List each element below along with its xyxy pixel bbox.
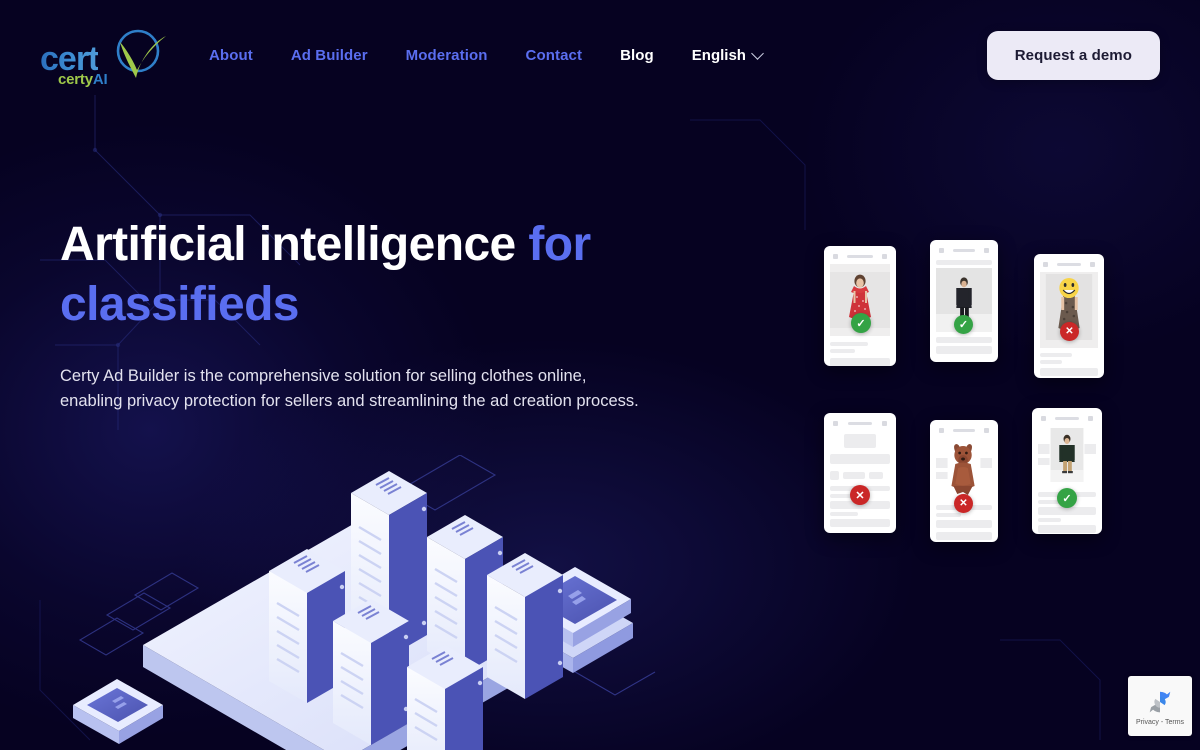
ad-card-man-sweater[interactable]: ✓ (1032, 408, 1102, 534)
logo-sub-certy: certy (58, 71, 93, 88)
card-topbar (1040, 261, 1098, 272)
status-badge-approved: ✓ (851, 313, 871, 333)
card-placeholder-block (1038, 507, 1096, 515)
card-photo (936, 438, 992, 500)
card-topbar (936, 247, 992, 258)
card-menu-icon (939, 248, 944, 253)
request-demo-button[interactable]: Request a demo (986, 30, 1160, 80)
card-search-icon (882, 254, 887, 259)
card-search-icon (882, 421, 887, 426)
card-placeholder-line (936, 260, 992, 265)
card-placeholder-line (1040, 360, 1063, 364)
card-placeholder-line (830, 342, 869, 346)
status-badge-rejected: ✕ (850, 485, 870, 505)
recaptcha-icon (1149, 691, 1171, 712)
card-topbar (830, 253, 890, 264)
headline-primary: Artificial intelligence (60, 218, 529, 271)
status-badge-approved: ✓ (1057, 488, 1077, 508)
card-placeholder-line (830, 349, 856, 353)
card-placeholder-block (936, 520, 992, 528)
card-search-icon (984, 248, 989, 253)
card-menu-icon (833, 421, 838, 426)
ad-card-woman-emoji-face[interactable]: ✕ (1034, 254, 1104, 378)
card-placeholder-chip (843, 472, 865, 479)
card-topbar (830, 420, 890, 431)
card-placeholder-block (830, 358, 890, 366)
status-badge-approved: ✓ (954, 315, 973, 334)
logo-sub-ai: AI (92, 71, 108, 88)
card-placeholder-block (936, 532, 992, 540)
nav-item-moderation[interactable]: Moderation (387, 39, 507, 72)
nav-item-about[interactable]: About (190, 39, 272, 72)
card-placeholder-line (1040, 353, 1073, 357)
nav-item-contact[interactable]: Contact (507, 39, 602, 72)
ad-card-text-only[interactable]: ✕ (824, 413, 896, 533)
card-search-icon (1090, 262, 1095, 267)
card-menu-icon (939, 428, 944, 433)
card-menu-icon (1043, 262, 1048, 267)
isometric-illustration (55, 454, 695, 750)
card-placeholder-chip (869, 472, 883, 479)
recaptcha-badge[interactable]: Privacy - Terms (1128, 676, 1192, 736)
card-topbar (936, 427, 992, 438)
card-placeholder-line (936, 337, 992, 343)
hero-subtext: Certy Ad Builder is the comprehensive so… (60, 366, 639, 410)
card-topbar (1038, 415, 1096, 426)
check-circle-logo-icon (116, 29, 166, 78)
ad-card-man-dark-jacket[interactable]: ✓ (930, 240, 998, 362)
card-header-line (1057, 263, 1081, 266)
card-placeholder-line (1038, 518, 1062, 522)
page-title: Artificial intelligence for classifieds (60, 215, 680, 336)
chevron-down-icon (751, 46, 764, 60)
ad-cards-grid: ✓ ✓ ✕ ✕ ✕ ✓ (820, 240, 1120, 560)
card-placeholder-block (936, 346, 992, 354)
card-placeholder-block (1038, 525, 1096, 533)
card-header-line (953, 429, 975, 432)
card-search-icon (984, 428, 989, 433)
card-header-line (1055, 417, 1079, 420)
card-placeholder-block (844, 434, 876, 448)
card-photo (1038, 426, 1096, 486)
recaptcha-label: Privacy - Terms (1135, 718, 1185, 726)
card-header-line (848, 422, 872, 425)
card-placeholder-block (830, 454, 890, 464)
card-placeholder-block (1040, 368, 1098, 376)
ad-card-dog[interactable]: ✕ (930, 420, 998, 542)
card-menu-icon (1041, 416, 1046, 421)
site-header: cert certyAI About Ad Builder Moderation… (0, 0, 1200, 110)
card-search-icon (1088, 416, 1093, 421)
status-badge-rejected: ✕ (954, 494, 973, 513)
nav-item-blog[interactable]: Blog (601, 39, 673, 72)
card-header-line (953, 249, 975, 252)
main-navigation: About Ad Builder Moderation Contact Blog… (190, 39, 776, 72)
card-placeholder-line (830, 512, 858, 516)
card-header-line (847, 255, 873, 258)
ad-card-woman-red-dress[interactable]: ✓ (824, 246, 896, 366)
card-placeholder-block (830, 519, 890, 527)
card-placeholder-line (936, 513, 961, 517)
status-badge-rejected: ✕ (1060, 322, 1079, 341)
card-placeholder-chip (830, 471, 839, 480)
logo[interactable]: cert certyAI (40, 24, 168, 88)
language-selector[interactable]: English (673, 39, 776, 72)
hero-section: Artificial intelligence for classifieds … (60, 215, 680, 413)
language-selector-label: English (691, 46, 746, 64)
card-menu-icon (833, 254, 838, 259)
nav-item-ad-builder[interactable]: Ad Builder (272, 39, 387, 72)
